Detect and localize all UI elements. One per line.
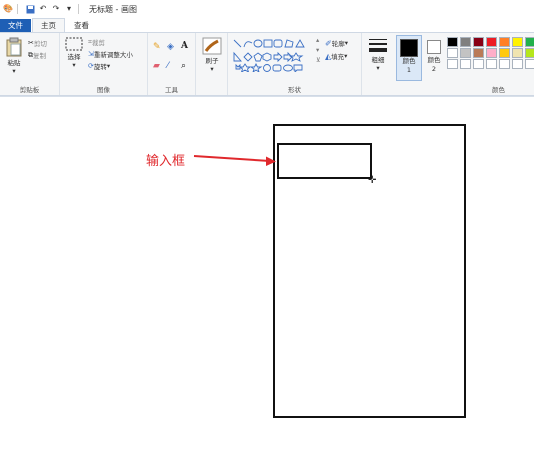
redo-icon[interactable]: ↷ xyxy=(51,4,61,14)
brushes-button[interactable]: 刷子 ▾ xyxy=(201,37,223,73)
chevron-down-icon: ▾ xyxy=(344,52,348,60)
color-swatch[interactable] xyxy=(460,59,471,69)
color-picker-icon[interactable]: ⁄ xyxy=(167,61,169,71)
paste-label: 粘贴 xyxy=(7,59,21,67)
color-swatch[interactable] xyxy=(525,48,534,58)
color-swatch[interactable] xyxy=(486,48,497,58)
color2-label: 颜色 2 xyxy=(427,56,441,73)
copy-label: 复制 xyxy=(33,52,46,60)
shapes-gallery[interactable] xyxy=(232,38,318,72)
crop-label: 裁剪 xyxy=(91,39,105,47)
resize-button[interactable]: ⇲ 重新调整大小 xyxy=(88,49,133,59)
group-label-tools: 工具 xyxy=(165,86,178,94)
resize-label: 重新调整大小 xyxy=(93,51,133,59)
chevron-down-icon: ▾ xyxy=(376,64,380,72)
window-title: 无标题 - 画图 xyxy=(89,4,137,14)
tab-view[interactable]: 查看 xyxy=(66,19,97,32)
magnifier-icon[interactable]: ⌕ xyxy=(181,61,186,71)
color-swatch[interactable] xyxy=(512,48,523,58)
color-swatch[interactable] xyxy=(473,48,484,58)
eraser-icon[interactable]: ▰ xyxy=(153,61,160,71)
undo-icon[interactable]: ↶ xyxy=(38,4,48,14)
save-icon[interactable] xyxy=(25,4,35,14)
color-swatch[interactable] xyxy=(525,37,534,47)
color-swatch[interactable] xyxy=(460,48,471,58)
color-swatch[interactable] xyxy=(473,37,484,47)
group-label-image: 图像 xyxy=(97,86,110,94)
color-swatch[interactable] xyxy=(447,59,458,69)
group-image: 选择 ▾ ⌗ 裁剪 ⇲ 重新调整大小 ⟳ 旋转 ▾ 图像 xyxy=(60,33,148,95)
rotate-button[interactable]: ⟳ 旋转 ▾ xyxy=(88,61,110,71)
crosshair-cursor-icon: ✛ xyxy=(368,175,377,186)
divider xyxy=(17,4,18,14)
color-swatch[interactable] xyxy=(486,59,497,69)
color-swatch[interactable] xyxy=(512,37,523,47)
cut-button[interactable]: ✂ 剪切 xyxy=(28,38,47,48)
fill-bucket-icon[interactable]: ◈ xyxy=(167,42,174,52)
group-label-shapes: 形状 xyxy=(288,86,301,94)
color2-swatch xyxy=(427,40,441,54)
crop-button[interactable]: ⌗ 裁剪 xyxy=(88,37,105,48)
fill-label: 填充 xyxy=(331,53,345,61)
brushes-label: 刷子 xyxy=(205,57,219,65)
color-swatch[interactable] xyxy=(486,37,497,47)
paint-app-icon[interactable]: 🎨 xyxy=(3,4,13,14)
outline-label: 轮廓 xyxy=(331,40,345,48)
text-tool-icon[interactable]: A xyxy=(181,41,188,51)
color-swatch[interactable] xyxy=(447,48,458,58)
cut-label: 剪切 xyxy=(33,40,47,48)
chevron-down-icon: ▾ xyxy=(12,67,16,75)
color-swatch[interactable] xyxy=(525,59,534,69)
chevron-up-icon[interactable]: ▴ xyxy=(316,36,319,44)
group-brushes: 刷子 ▾ xyxy=(196,33,228,95)
color-swatch[interactable] xyxy=(499,48,510,58)
size-label: 粗细 xyxy=(371,56,385,64)
group-label-colors: 颜色 xyxy=(492,86,505,94)
expand-gallery-icon[interactable]: ⊻ xyxy=(316,56,321,64)
pencil-icon[interactable]: ✎ xyxy=(153,42,161,52)
input-box-rectangle xyxy=(277,143,372,179)
group-clipboard: 粘贴 ▾ ✂ 剪切 ⧉ 复制 剪贴板 xyxy=(0,33,60,95)
chevron-down-icon[interactable]: ▾ xyxy=(316,46,319,54)
clipboard-icon xyxy=(6,37,22,57)
outline-icon: ✐ xyxy=(325,38,332,48)
color-swatch[interactable] xyxy=(460,37,471,47)
color-palette xyxy=(447,37,534,69)
color-swatch[interactable] xyxy=(499,59,510,69)
paste-button[interactable]: 粘贴 ▾ xyxy=(4,37,24,75)
fill-button[interactable]: ◭ 填充 ▾ xyxy=(325,51,348,62)
group-tools: ✎ ◈ A ▰ ⁄ ⌕ 工具 xyxy=(148,33,196,95)
divider xyxy=(78,4,79,14)
group-label-clipboard: 剪贴板 xyxy=(19,86,40,94)
group-shapes: ▴ ▾ ⊻ ✐ 轮廓 ▾ ◭ 填充 ▾ 形状 xyxy=(228,33,362,95)
select-button[interactable]: 选择 ▾ xyxy=(64,37,84,69)
ribbon-tabs: 文件 主页 查看 xyxy=(0,18,534,32)
tab-file[interactable]: 文件 xyxy=(0,19,31,32)
title-bar: 🎨 ↶ ↷ ▾ 无标题 - 画图 xyxy=(0,0,534,18)
annotation-label: 输入框 xyxy=(146,154,186,169)
ribbon: 粘贴 ▾ ✂ 剪切 ⧉ 复制 剪贴板 选择 ▾ ⌗ 裁剪 ⇲ 重新调整大小 ⟳ … xyxy=(0,32,534,96)
chevron-down-icon: ▾ xyxy=(72,61,76,69)
brush-icon xyxy=(202,37,222,55)
color-swatch[interactable] xyxy=(447,37,458,47)
select-label: 选择 xyxy=(67,53,81,61)
color1-swatch xyxy=(400,39,418,57)
size-button[interactable]: 粗细 ▾ xyxy=(366,38,390,72)
customize-qat-icon[interactable]: ▾ xyxy=(64,4,74,14)
rotate-label: 旋转 xyxy=(93,63,107,71)
chevron-down-icon: ▾ xyxy=(210,65,214,73)
outline-button[interactable]: ✐ 轮廓 ▾ xyxy=(325,38,348,49)
color1-label: 颜色 1 xyxy=(402,57,416,74)
line-width-icon xyxy=(369,39,387,52)
select-icon xyxy=(65,37,83,51)
color-swatch[interactable] xyxy=(499,37,510,47)
copy-button[interactable]: ⧉ 复制 xyxy=(28,50,46,61)
tab-home[interactable]: 主页 xyxy=(32,18,65,32)
color-swatch[interactable] xyxy=(512,59,523,69)
chevron-down-icon: ▾ xyxy=(106,62,111,70)
chevron-down-icon: ▾ xyxy=(344,39,348,47)
color2-button[interactable]: 颜色 2 xyxy=(424,35,444,81)
color-swatch[interactable] xyxy=(473,59,484,69)
color1-button[interactable]: 颜色 1 xyxy=(396,35,422,81)
